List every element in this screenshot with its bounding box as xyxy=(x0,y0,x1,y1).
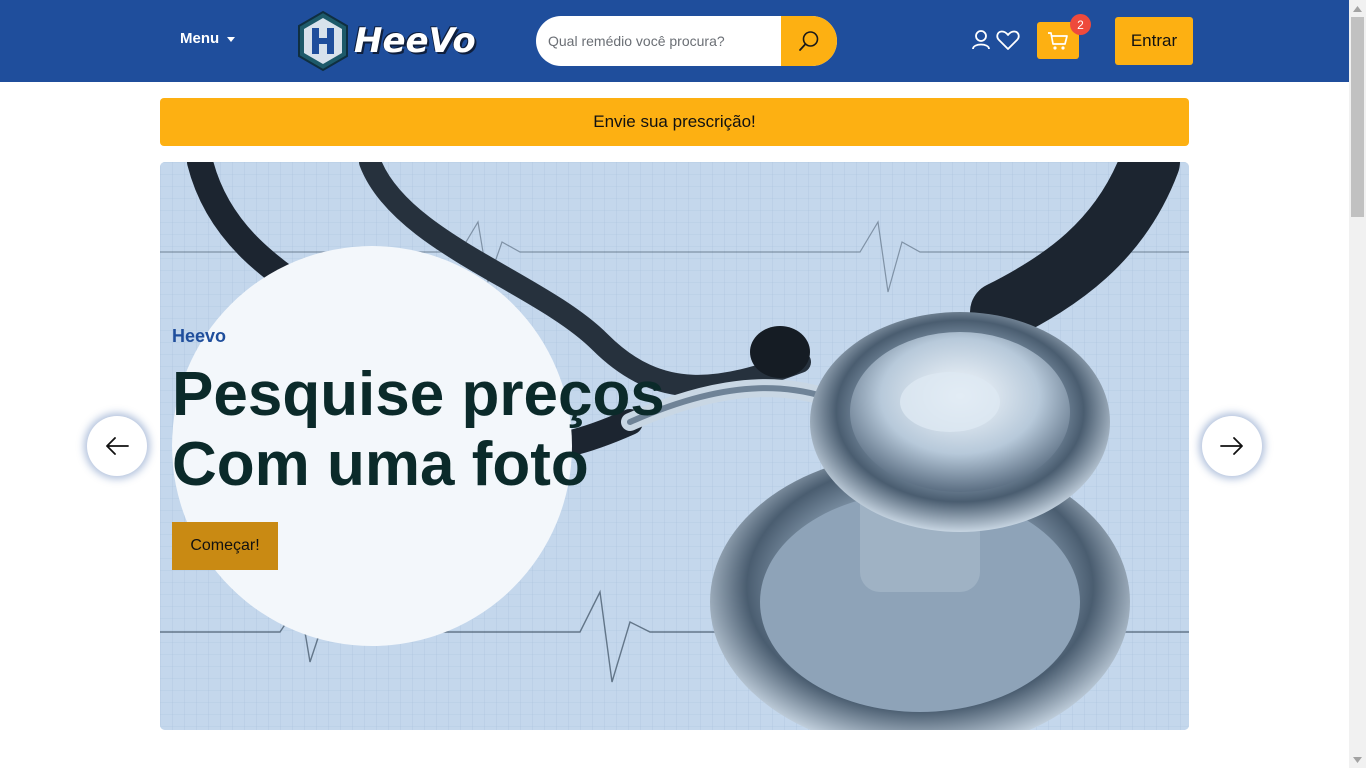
heart-icon[interactable] xyxy=(996,29,1020,56)
cart-count-badge: 2 xyxy=(1070,14,1091,35)
search-icon xyxy=(799,31,819,51)
logo[interactable]: HeeVo xyxy=(296,8,491,74)
start-button[interactable]: Começar! xyxy=(172,522,278,570)
carousel-prev-button[interactable] xyxy=(87,416,147,476)
site-header: Menu HeeVo Qual remédio você procura? 2 … xyxy=(0,0,1349,82)
search-input[interactable] xyxy=(536,16,781,66)
search-bar xyxy=(536,16,837,66)
arrow-left-icon xyxy=(106,437,129,455)
login-button[interactable]: Entrar xyxy=(1115,17,1193,65)
menu-label: Menu xyxy=(180,30,220,47)
hero-title-line2: Com uma foto xyxy=(172,430,589,499)
page: Menu HeeVo Qual remédio você procura? 2 … xyxy=(0,0,1366,768)
scroll-down-icon[interactable] xyxy=(1349,751,1366,768)
hero-brand: Heevo xyxy=(172,326,227,346)
menu-button[interactable]: Menu xyxy=(180,30,236,47)
user-icon[interactable] xyxy=(970,29,992,56)
logo-hexagon-icon xyxy=(298,10,348,72)
caret-down-icon xyxy=(227,37,236,42)
logo-text: HeeVo xyxy=(354,21,476,61)
cart-icon xyxy=(1048,31,1068,50)
send-prescription-button[interactable]: Envie sua prescrição! xyxy=(160,98,1189,146)
search-button[interactable] xyxy=(781,16,837,66)
carousel-next-button[interactable] xyxy=(1202,416,1262,476)
hero-title-line1: Pesquise preços xyxy=(172,360,665,429)
hero-carousel-slide: Heevo Pesquise preços Com uma foto Começ… xyxy=(160,162,1189,730)
scroll-up-icon[interactable] xyxy=(1349,0,1366,17)
scrollbar-thumb[interactable] xyxy=(1351,17,1364,217)
hero-title: Pesquise preços Com uma foto xyxy=(172,360,665,500)
arrow-right-icon xyxy=(1220,437,1243,455)
